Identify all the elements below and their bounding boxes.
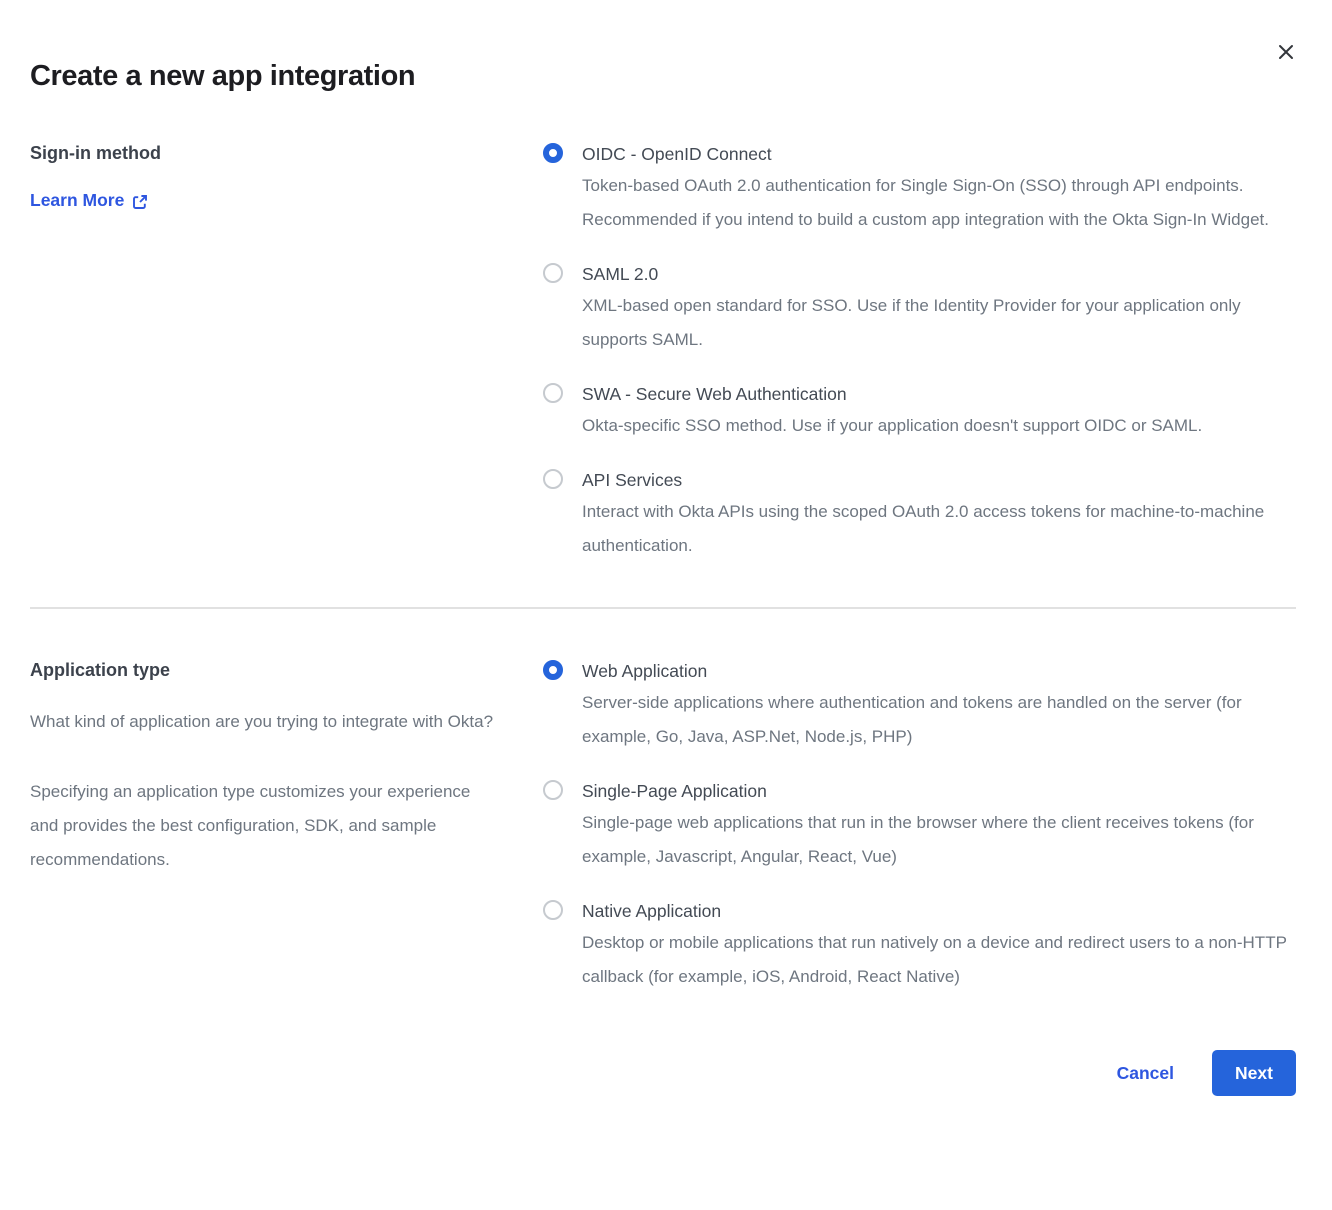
radio-option-single-page-application[interactable]: Single-Page Application Single-page web … <box>543 777 1296 874</box>
radio-option-description: Single-page web applications that run in… <box>582 806 1294 874</box>
radio-option-native-application[interactable]: Native Application Desktop or mobile app… <box>543 897 1296 994</box>
application-type-note: Specifying an application type customize… <box>30 775 502 877</box>
radio-option-oidc[interactable]: OIDC - OpenID Connect Token-based OAuth … <box>543 140 1296 237</box>
dialog-footer: Cancel Next <box>30 1050 1296 1096</box>
learn-more-link[interactable]: Learn More <box>30 190 148 211</box>
radio-option-label[interactable]: OIDC - OpenID Connect <box>582 140 1294 168</box>
radio-selected-icon[interactable] <box>543 660 563 680</box>
next-button[interactable]: Next <box>1212 1050 1296 1096</box>
close-button[interactable] <box>1272 38 1300 66</box>
radio-option-description: Server-side applications where authentic… <box>582 686 1294 754</box>
cancel-button[interactable]: Cancel <box>1117 1063 1174 1084</box>
radio-option-swa[interactable]: SWA - Secure Web Authentication Okta-spe… <box>543 380 1296 443</box>
radio-option-label[interactable]: Web Application <box>582 657 1294 685</box>
radio-unselected-icon[interactable] <box>543 469 563 489</box>
radio-option-description: Desktop or mobile applications that run … <box>582 926 1294 994</box>
signin-method-section: Sign-in method Learn More OIDC - OpenID … <box>30 140 1296 563</box>
radio-unselected-icon[interactable] <box>543 900 563 920</box>
radio-option-description: Token-based OAuth 2.0 authentication for… <box>582 169 1294 237</box>
radio-option-label[interactable]: Single-Page Application <box>582 777 1294 805</box>
radio-option-description: Okta-specific SSO method. Use if your ap… <box>582 409 1202 443</box>
radio-unselected-icon[interactable] <box>543 780 563 800</box>
radio-unselected-icon[interactable] <box>543 263 563 283</box>
close-icon <box>1277 43 1295 61</box>
application-type-heading: Application type <box>30 657 543 683</box>
radio-option-label[interactable]: Native Application <box>582 897 1294 925</box>
radio-option-label[interactable]: SAML 2.0 <box>582 260 1294 288</box>
external-link-icon <box>132 192 148 210</box>
radio-option-label[interactable]: API Services <box>582 466 1294 494</box>
application-type-question: What kind of application are you trying … <box>30 705 502 739</box>
radio-option-description: Interact with Okta APIs using the scoped… <box>582 495 1294 563</box>
section-divider <box>30 607 1296 609</box>
radio-option-saml[interactable]: SAML 2.0 XML-based open standard for SSO… <box>543 260 1296 357</box>
radio-option-api-services[interactable]: API Services Interact with Okta APIs usi… <box>543 466 1296 563</box>
create-app-integration-dialog: Create a new app integration Sign-in met… <box>0 0 1332 1210</box>
radio-selected-icon[interactable] <box>543 143 563 163</box>
dialog-title: Create a new app integration <box>30 58 1296 94</box>
application-type-section: Application type What kind of applicatio… <box>30 657 1296 994</box>
learn-more-label: Learn More <box>30 190 124 211</box>
signin-method-heading: Sign-in method <box>30 140 543 166</box>
radio-option-description: XML-based open standard for SSO. Use if … <box>582 289 1294 357</box>
radio-unselected-icon[interactable] <box>543 383 563 403</box>
radio-option-web-application[interactable]: Web Application Server-side applications… <box>543 657 1296 754</box>
radio-option-label[interactable]: SWA - Secure Web Authentication <box>582 380 1202 408</box>
